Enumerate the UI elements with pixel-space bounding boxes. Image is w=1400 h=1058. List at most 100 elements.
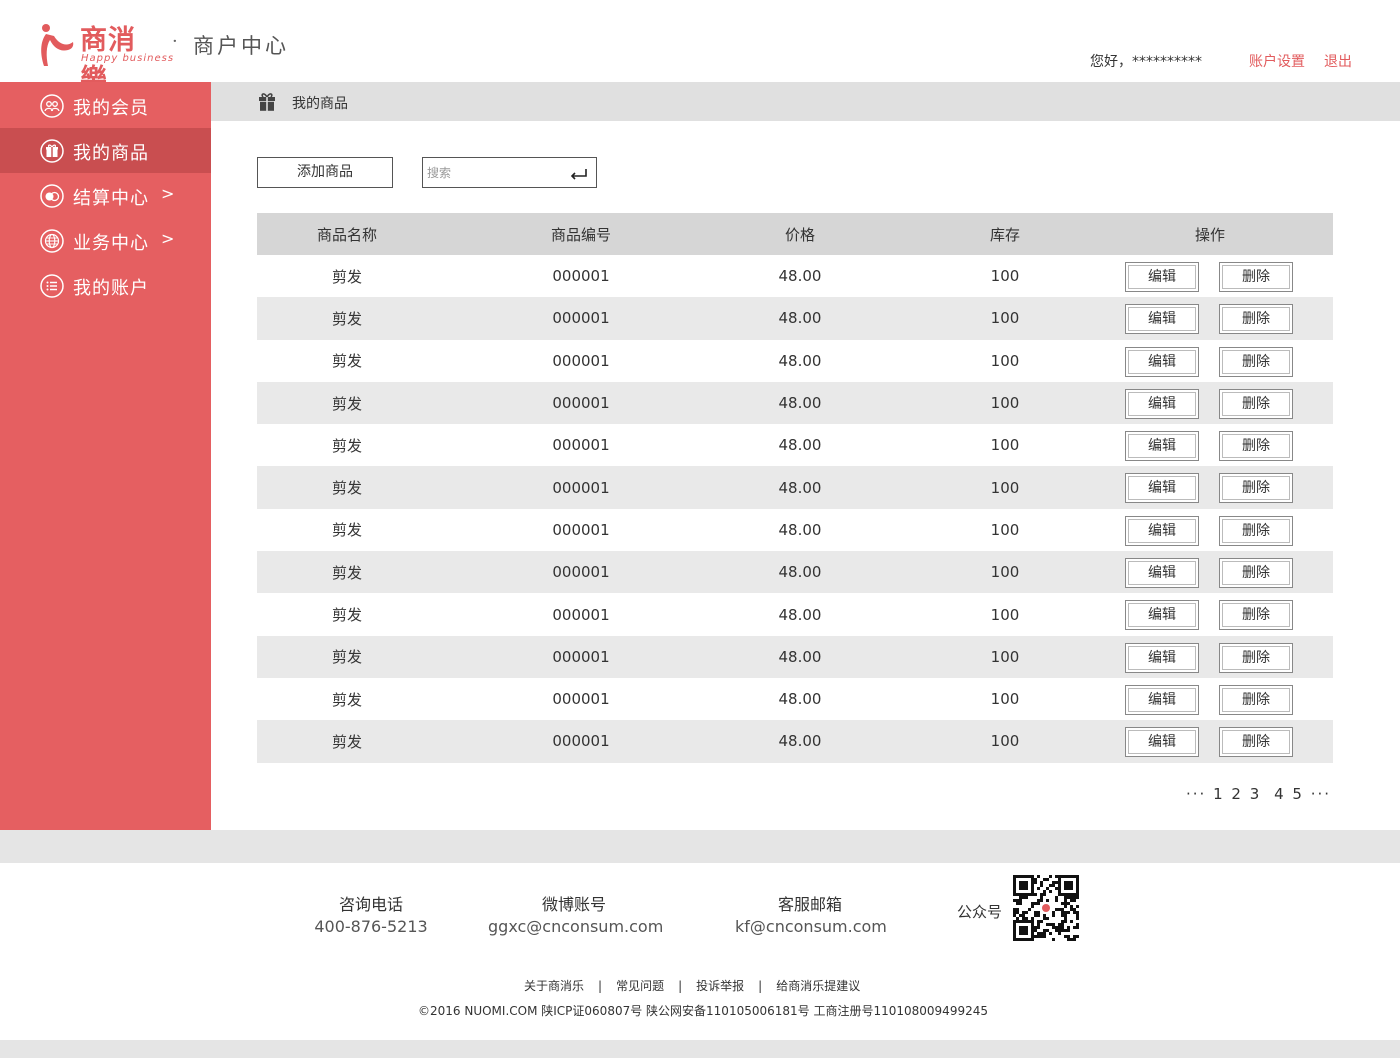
pagination-prev[interactable]: ··· xyxy=(1186,785,1206,803)
delete-button[interactable]: 删除 xyxy=(1219,473,1293,504)
price-cell: 48.00 xyxy=(778,394,822,413)
delete-button[interactable]: 删除 xyxy=(1219,346,1293,377)
add-product-button[interactable]: 添加商品 xyxy=(257,157,393,188)
sidebar-item-settlement[interactable]: 结算中心 > xyxy=(0,173,211,218)
edit-button[interactable]: 编辑 xyxy=(1125,515,1199,546)
sidebar-item-members[interactable]: 我的会员 xyxy=(0,83,211,128)
price-cell: 48.00 xyxy=(778,267,822,286)
price-cell: 48.00 xyxy=(778,436,822,455)
price-cell: 48.00 xyxy=(778,647,822,666)
account-settings-link[interactable]: 账户设置 xyxy=(1249,51,1305,71)
delete-button[interactable]: 删除 xyxy=(1219,642,1293,673)
header-dot: · xyxy=(172,31,178,52)
product-code-cell: 000001 xyxy=(552,605,610,624)
header-subtitle: 商户中心 xyxy=(193,34,289,58)
product-code-cell: 000001 xyxy=(552,563,610,582)
footer-separator: | xyxy=(598,979,603,993)
edit-button[interactable]: 编辑 xyxy=(1125,346,1199,377)
enter-icon[interactable] xyxy=(569,166,589,180)
product-name-cell: 剪发 xyxy=(331,309,362,328)
product-name-cell: 剪发 xyxy=(331,690,362,709)
footer-gzh-label: 公众号 xyxy=(957,903,1003,921)
column-header: 库存 xyxy=(989,225,1020,244)
footer-link-faq[interactable]: 常见问题 xyxy=(616,979,664,993)
delete-button[interactable]: 删除 xyxy=(1219,431,1293,462)
page-link[interactable]: 1 xyxy=(1213,785,1225,803)
delete-button[interactable]: 删除 xyxy=(1219,262,1293,292)
sidebar-item-products[interactable]: 我的商品 xyxy=(0,128,211,173)
footer-weibo: 微博账号 ggxc@cnconsum.com xyxy=(488,891,663,936)
stock-cell: 100 xyxy=(990,690,1020,709)
table-row: 剪发 000001 48.00 100 编辑 删除 xyxy=(257,466,1333,509)
table-header: 商品名称 商品编号 价格 库存 操作 xyxy=(257,213,1333,255)
list-icon xyxy=(40,274,64,298)
chevron-right-icon: > xyxy=(161,229,175,248)
edit-button[interactable]: 编辑 xyxy=(1125,473,1199,504)
product-name-cell: 剪发 xyxy=(331,479,362,498)
footer-weibo-value[interactable]: ggxc@cnconsum.com xyxy=(488,917,663,936)
product-code-cell: 000001 xyxy=(552,690,610,709)
sidebar-item-label: 我的商品 xyxy=(73,143,149,164)
footer-divider xyxy=(0,830,1400,863)
delete-button[interactable]: 删除 xyxy=(1219,558,1293,589)
edit-button[interactable]: 编辑 xyxy=(1125,600,1199,631)
price-cell: 48.00 xyxy=(778,309,822,328)
page-link[interactable]: 2 xyxy=(1231,785,1243,803)
delete-button[interactable]: 删除 xyxy=(1219,684,1293,715)
delete-button[interactable]: 删除 xyxy=(1219,515,1293,546)
sidebar-item-label: 我的会员 xyxy=(73,98,149,119)
delete-button[interactable]: 删除 xyxy=(1219,600,1293,631)
footer-phone-label: 咨询电话 xyxy=(338,895,403,914)
footer-link-about[interactable]: 关于商消乐 xyxy=(524,979,584,993)
pagination-next[interactable]: ··· xyxy=(1311,785,1331,803)
product-name-cell: 剪发 xyxy=(331,394,362,413)
stock-cell: 100 xyxy=(990,563,1020,582)
footer-link-report[interactable]: 投诉举报 xyxy=(696,979,744,993)
delete-button[interactable]: 删除 xyxy=(1219,388,1293,419)
page-link[interactable]: 3 xyxy=(1250,785,1262,803)
stock-cell: 100 xyxy=(990,732,1020,751)
column-header: 商品名称 xyxy=(316,225,377,244)
table-body: 剪发 000001 48.00 100 编辑 删除 剪发 000001 48.00 100 编辑 删除… xyxy=(257,255,1333,763)
greeting-text: 您好，********** xyxy=(1090,54,1202,70)
footer: 咨询电话 400-876-5213 微博账号 ggxc@cnconsum.com… xyxy=(0,863,1400,1040)
stock-cell: 100 xyxy=(990,309,1020,328)
product-code-cell: 000001 xyxy=(552,647,610,666)
search-input[interactable] xyxy=(427,162,562,184)
edit-button[interactable]: 编辑 xyxy=(1125,388,1199,419)
edit-button[interactable]: 编辑 xyxy=(1125,558,1199,589)
price-cell: 48.00 xyxy=(778,520,822,539)
edit-button[interactable]: 编辑 xyxy=(1125,642,1199,673)
product-name-cell: 剪发 xyxy=(331,732,362,751)
sidebar-item-label: 结算中心 xyxy=(73,188,149,209)
edit-button[interactable]: 编辑 xyxy=(1125,727,1199,758)
sidebar-item-account[interactable]: 我的账户 xyxy=(0,263,211,308)
pagination: ··· 1 2 3 4 5 ··· xyxy=(1186,785,1331,803)
price-cell: 48.00 xyxy=(778,605,822,624)
chevron-right-icon: > xyxy=(161,184,175,203)
gift-icon xyxy=(40,139,64,163)
product-code-cell: 000001 xyxy=(552,436,610,455)
delete-button[interactable]: 删除 xyxy=(1219,727,1293,758)
footer-link-feedback[interactable]: 给商消乐提建议 xyxy=(776,979,860,993)
product-name-cell: 剪发 xyxy=(331,436,362,455)
delete-button[interactable]: 删除 xyxy=(1219,304,1293,335)
stock-cell: 100 xyxy=(990,478,1020,497)
logout-link[interactable]: 退出 xyxy=(1324,51,1352,71)
table-row: 剪发 000001 48.00 100 编辑 删除 xyxy=(257,509,1333,551)
edit-button[interactable]: 编辑 xyxy=(1125,304,1199,335)
edit-button[interactable]: 编辑 xyxy=(1125,262,1199,292)
logo[interactable]: 商消樂 Happy business xyxy=(38,18,173,95)
edit-button[interactable]: 编辑 xyxy=(1125,684,1199,715)
footer-weibo-label: 微博账号 xyxy=(541,895,606,914)
footer-mail-value[interactable]: kf@cnconsum.com xyxy=(735,917,887,936)
settlement-icon xyxy=(40,184,64,208)
globe-icon xyxy=(40,229,64,253)
products-table: 商品名称 商品编号 价格 库存 操作 剪发 000001 48.00 100 编辑 删除剪… xyxy=(257,213,1333,763)
sidebar-item-business[interactable]: 业务中心 > xyxy=(0,218,211,263)
table-row: 剪发 000001 48.00 100 编辑 删除 xyxy=(257,255,1333,297)
edit-button[interactable]: 编辑 xyxy=(1125,431,1199,462)
page-link[interactable]: 5 xyxy=(1292,785,1304,803)
product-name-cell: 剪发 xyxy=(331,648,362,667)
page-link[interactable]: 4 xyxy=(1274,785,1286,803)
